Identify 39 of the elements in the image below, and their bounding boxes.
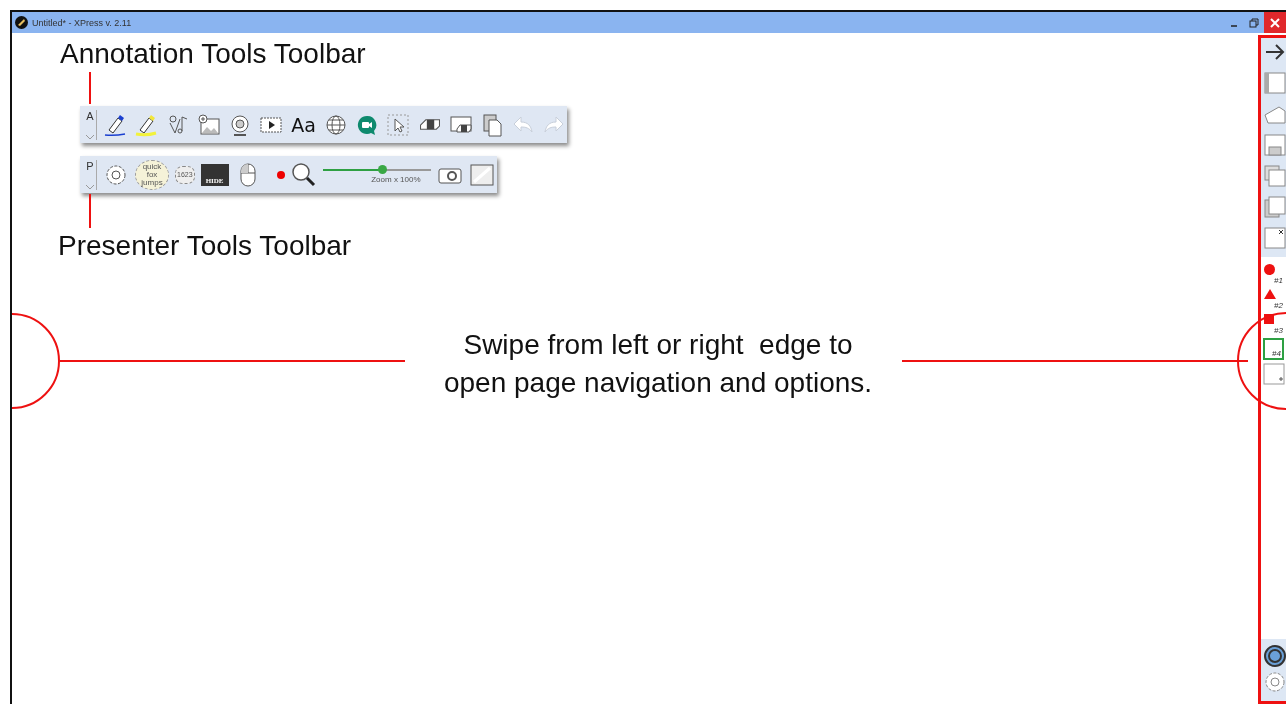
save-icon[interactable] — [1264, 134, 1286, 156]
leader-line — [89, 193, 91, 229]
circle-shape-icon — [1264, 264, 1275, 275]
new-page-icon[interactable] — [1264, 72, 1286, 94]
add-page-icon[interactable] — [1263, 363, 1285, 385]
callout-label: Annotation Tools Toolbar — [60, 39, 366, 69]
app-logo-icon — [15, 16, 28, 29]
zoom-reading: Zoom x 100% — [371, 175, 421, 184]
triangle-shape-icon — [1264, 289, 1276, 299]
eraser-icon — [419, 119, 440, 130]
chevron-down-icon[interactable] — [84, 133, 95, 140]
chevron-down-icon[interactable] — [85, 183, 95, 190]
copy-page-icon[interactable] — [1264, 196, 1286, 218]
page-number: #1 — [1274, 277, 1283, 285]
delete-page-icon[interactable] — [1264, 227, 1286, 249]
window-title: Untitled* - XPress v. 2.11 — [32, 17, 132, 28]
save-as-icon[interactable] — [1264, 165, 1286, 187]
magnifier-button[interactable] — [290, 160, 317, 189]
target-icon[interactable] — [1264, 645, 1286, 667]
page-number: #2 — [1274, 302, 1283, 310]
page-number: #3 — [1274, 327, 1283, 335]
page-thumbnail[interactable]: #4 — [1263, 338, 1284, 360]
toolbar-label: A — [86, 109, 94, 122]
close-icon — [1270, 17, 1280, 28]
page-thumbnail[interactable]: #1 — [1263, 263, 1284, 285]
callout-label: Presenter Tools Toolbar — [58, 231, 352, 261]
square-shape-icon — [1264, 314, 1274, 324]
leader-line — [89, 71, 91, 105]
page-thumbnail[interactable]: #2 — [1263, 288, 1284, 310]
close-button[interactable] — [1264, 12, 1286, 33]
toolbar-label: P — [86, 159, 94, 172]
text-sample-button[interactable]: quick fox jumps — [135, 159, 169, 190]
text-tool[interactable]: Aa — [290, 110, 318, 139]
restore-icon — [1249, 17, 1259, 28]
record-dot-icon[interactable] — [276, 170, 285, 179]
swipe-hint: Swipe from left or right edge to open page navigation and options. — [442, 328, 874, 400]
page-thumbnail[interactable]: #3 — [1263, 313, 1284, 335]
minimize-icon — [1231, 24, 1237, 27]
page-number: #4 — [1272, 350, 1281, 358]
